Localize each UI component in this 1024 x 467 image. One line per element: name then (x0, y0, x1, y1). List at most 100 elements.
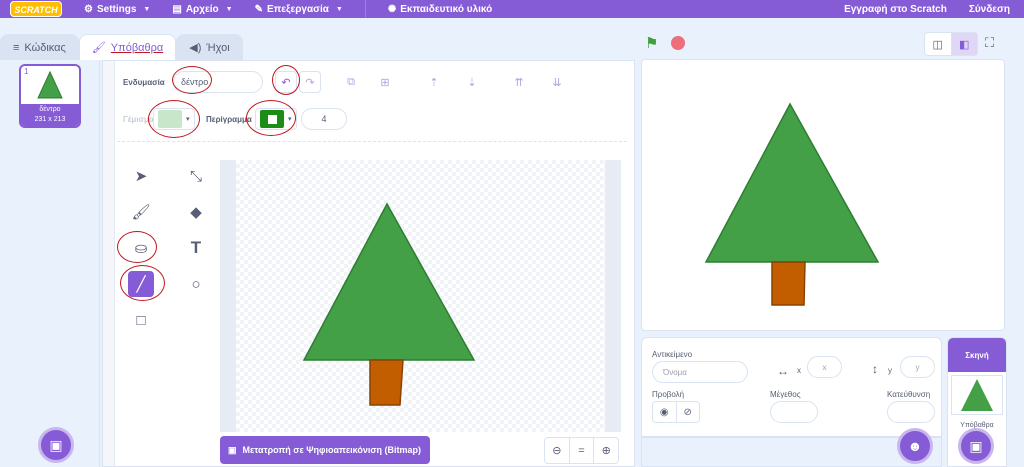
eraser-icon: ◆ (190, 204, 202, 221)
front-button[interactable]: ⇈ (508, 71, 530, 93)
direction-input[interactable] (887, 401, 935, 423)
choose-stage-backdrop-button[interactable]: ▣ (958, 428, 994, 464)
reshape-tool[interactable]: ⤡ (183, 163, 209, 189)
edit-label: Επεξεργασία (266, 3, 329, 15)
zoom-in-icon: ⊕ (601, 445, 611, 457)
stage-canvas[interactable] (641, 59, 1005, 331)
chevron-down-icon: ▼ (225, 5, 233, 13)
backdrop-name-label: Ενδυμασία (123, 78, 165, 87)
group-button[interactable]: ⧉ (340, 71, 362, 93)
settings-menu[interactable]: ⚙ Settings ▼ (84, 4, 150, 15)
reshape-icon: ⤡ (189, 167, 202, 185)
stage-tree-sprite (704, 102, 880, 306)
stage-panel-title: Σκηνή (948, 338, 1006, 372)
redo-button[interactable]: ↷ (299, 71, 321, 93)
backdrop-thumbnail[interactable]: 1 δέντρο 231 x 213 (19, 64, 81, 128)
stage-header: ⚑ ◫ ◧ ⛶ (641, 32, 1005, 56)
tab-backdrops-label: Υπόβαθρα (110, 41, 164, 54)
pencil-icon: ✎ (254, 3, 263, 15)
small-stage-button[interactable]: ◫ (925, 33, 952, 55)
stop-button[interactable] (671, 36, 685, 50)
x-input[interactable]: x (807, 356, 842, 378)
edit-menu[interactable]: ✎ Επεξεργασία ▼ (255, 4, 343, 15)
gear-icon: ⚙ (84, 3, 93, 15)
lightbulb-icon: ✺ (387, 3, 397, 15)
y-label: y (888, 366, 892, 375)
annotation-circle-undo (272, 65, 300, 95)
eraser-tool[interactable]: ◆ (183, 199, 209, 225)
stage-backdrop-thumbnail (951, 375, 1003, 415)
file-icon: ▤ (172, 3, 182, 15)
horizontal-arrows-icon: ↔ (777, 364, 789, 378)
costume-scrollbar[interactable] (103, 61, 115, 466)
choose-sprite-button[interactable]: ☻ (897, 428, 933, 464)
zoom-in-button[interactable]: ⊕ (594, 438, 618, 463)
hide-sprite-button[interactable]: ⊘ (677, 402, 700, 422)
y-input[interactable]: y (900, 356, 935, 378)
add-backdrop-icon: ▣ (49, 436, 63, 453)
drawing-canvas[interactable] (220, 160, 621, 432)
backdrop-thumb-name: δέντρο (39, 106, 61, 113)
group-icon: ⧉ (347, 75, 355, 88)
sprite-name-input[interactable]: Όνομα (652, 361, 748, 383)
select-tool[interactable]: ➤ (128, 163, 154, 189)
sprite-label: Αντικείμενο (652, 350, 693, 359)
text-icon: T (190, 238, 202, 257)
add-backdrop-icon: ▣ (969, 437, 983, 454)
arrow-up-icon: ⇡ (429, 76, 439, 89)
chevron-down-icon: ▼ (143, 5, 151, 13)
show-sprite-button[interactable]: ◉ (653, 402, 677, 422)
tutorials-button[interactable]: ✺ Εκπαιδευτικό υλικό (388, 4, 492, 15)
brush-tool[interactable]: 🖌 (128, 199, 154, 225)
circle-tool[interactable]: ○ (183, 271, 209, 297)
tab-backdrops[interactable]: 🖌 Υπόβαθρα (78, 34, 177, 60)
scratch-logo[interactable]: SCRATCH (10, 1, 62, 17)
stage-tree-trunk (771, 261, 806, 306)
brush-icon: 🖌 (91, 42, 106, 54)
tree-crown-shape[interactable] (302, 202, 476, 361)
toolbar-divider (117, 141, 627, 142)
eye-slash-icon: ⊘ (683, 406, 692, 418)
small-stage-icon: ◫ (932, 38, 943, 51)
text-tool[interactable]: T (183, 235, 209, 261)
ungroup-icon: ⊞ (380, 76, 390, 89)
choose-backdrop-button[interactable]: ▣ (38, 427, 74, 463)
arrow-down-icon: ⇣ (467, 76, 477, 89)
file-menu[interactable]: ▤ Αρχείο ▼ (172, 4, 232, 15)
forward-button[interactable]: ⇡ (423, 71, 445, 93)
redo-icon: ↷ (305, 76, 315, 89)
add-sprite-icon: ☻ (907, 438, 923, 454)
green-flag-button[interactable]: ⚑ (645, 34, 658, 52)
tree-thumbnail-image (37, 70, 63, 99)
settings-label: Settings (96, 3, 137, 15)
tab-code[interactable]: ≡ Κώδικας (0, 34, 79, 60)
backward-button[interactable]: ⇣ (461, 71, 483, 93)
convert-to-bitmap-button[interactable]: ▣ Μετατροπή σε Ψηφιοαπεικόνιση (Bitmap) (220, 436, 430, 464)
outline-width-input[interactable]: 4 (301, 108, 347, 130)
join-scratch-link[interactable]: Εγγραφή στο Scratch (844, 4, 947, 15)
size-label: Μέγεθος (770, 390, 801, 399)
speaker-icon: ◀) (189, 42, 202, 54)
menu-bar: SCRATCH ⚙ Settings ▼ ▤ Αρχείο ▼ ✎ Επεξερ… (0, 0, 1024, 18)
rectangle-tool[interactable]: □ (128, 307, 154, 333)
large-stage-button[interactable]: ◧ (951, 33, 977, 55)
annotation-circle-fill (148, 100, 200, 138)
editor-tabs: ≡ Κώδικας 🖌 Υπόβαθρα ◀) Ήχοι (0, 34, 243, 60)
tab-sounds[interactable]: ◀) Ήχοι (176, 34, 243, 60)
tree-trunk-shape[interactable] (369, 359, 404, 406)
zoom-reset-button[interactable]: = (570, 438, 595, 463)
annotation-circle-name (172, 66, 212, 94)
annotation-circle-fill-tool (117, 231, 157, 263)
sign-in-link[interactable]: Σύνδεση (969, 4, 1010, 15)
circle-icon: ○ (191, 275, 201, 293)
back-button[interactable]: ⇊ (546, 71, 568, 93)
tutorials-label: Εκπαιδευτικό υλικό (400, 3, 493, 15)
zoom-out-button[interactable]: ⊖ (545, 438, 570, 463)
annotation-circle-outline (246, 100, 296, 136)
file-label: Αρχείο (185, 3, 219, 15)
backdrop-thumb-size: 231 x 213 (34, 116, 66, 123)
tree-drawing[interactable] (220, 160, 621, 432)
fullscreen-button[interactable]: ⛶ (985, 35, 994, 51)
size-input[interactable] (770, 401, 818, 423)
ungroup-button[interactable]: ⊞ (374, 71, 396, 93)
